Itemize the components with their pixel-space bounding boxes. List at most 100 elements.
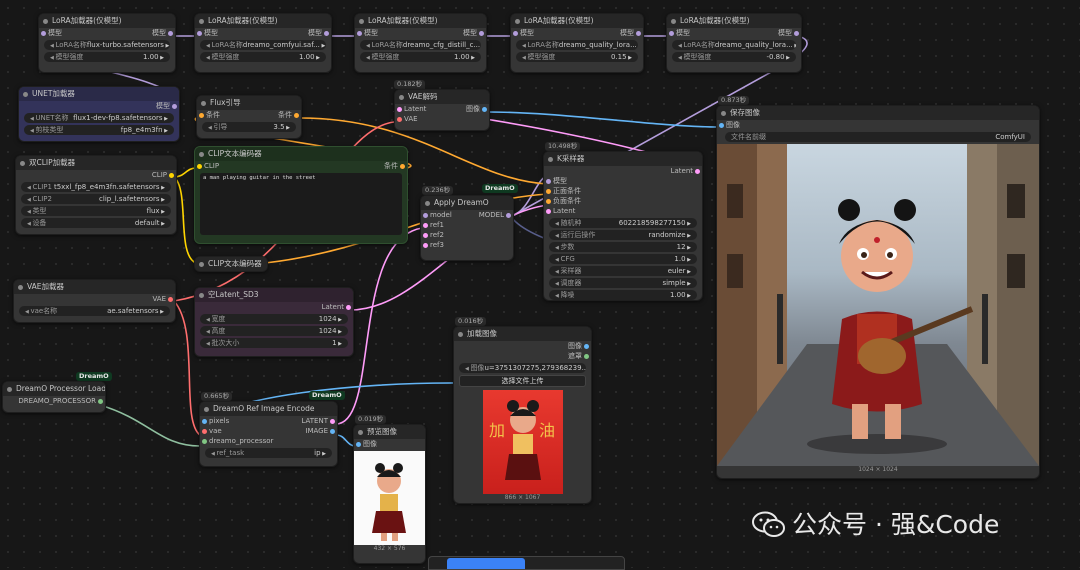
positive-input-dot[interactable] <box>546 189 551 194</box>
model-input-dot[interactable] <box>513 31 518 36</box>
denoise-widget[interactable]: 降噪 1.00 <box>549 290 697 300</box>
image-input-dot[interactable] <box>356 442 361 447</box>
lora-name-widget[interactable]: LoRA名称dreamo_cfg_distill_c... <box>360 40 481 50</box>
image-output-dot[interactable] <box>584 344 589 349</box>
model-output[interactable]: MODEL <box>468 210 513 220</box>
model-output[interactable]: 模型 <box>19 101 179 111</box>
model-input[interactable]: model <box>421 210 466 220</box>
dreamo-processor-input-dot[interactable] <box>202 439 207 444</box>
model-output[interactable]: 模型 <box>578 28 643 38</box>
guidance-widget[interactable]: 引导 3.5 <box>202 122 296 132</box>
clip-input[interactable]: CLIP <box>195 161 300 171</box>
node-title[interactable]: UNET加载器 <box>19 87 179 101</box>
clip-text-encode-collapsed-node[interactable]: CLIP文本编码器 <box>194 256 268 272</box>
mask-output[interactable]: 遮罩 <box>454 351 591 361</box>
ref1-input-dot[interactable] <box>423 223 428 228</box>
clip-input-dot[interactable] <box>197 164 202 169</box>
model-input-dot[interactable] <box>423 213 428 218</box>
model-input-dot[interactable] <box>197 31 202 36</box>
model-output-dot[interactable] <box>794 31 799 36</box>
prompt-textarea[interactable]: a man playing guitar in the street <box>200 173 402 235</box>
ref3-input-dot[interactable] <box>423 243 428 248</box>
seed-widget[interactable]: 随机种 602218598277150 <box>549 218 697 228</box>
vae-input[interactable]: vae <box>200 426 268 436</box>
batch-size-widget[interactable]: 批次大小 1 <box>200 338 348 348</box>
model-strength-widget[interactable]: 模型强度 1.00 <box>360 52 481 62</box>
model-input-dot[interactable] <box>546 179 551 184</box>
cfg-widget[interactable]: CFG 1.0 <box>549 254 697 264</box>
vae-input-dot[interactable] <box>397 117 402 122</box>
ksampler-node[interactable]: K采样器 Latent 模型 正面条件 负面条件 Latent 随机种 60221… <box>543 151 703 301</box>
node-title[interactable]: LoRA加载器(仅模型) <box>355 14 486 28</box>
save-image-node[interactable]: 保存图像 图像 文件名前缀 ComfyUI 1024 × 1024 <box>716 105 1040 479</box>
node-title[interactable]: Flux引导 <box>197 96 301 110</box>
dtype-widget[interactable]: 剪枝类型 fp8_e4m3fn <box>24 125 174 135</box>
mask-output-dot[interactable] <box>584 354 589 359</box>
lora-loader-node-2[interactable]: LoRA加载器(仅模型) 模型 模型 LoRA名称dreamo_comfyui.s… <box>194 13 332 73</box>
image-input-dot[interactable] <box>719 123 724 128</box>
latent-input-dot[interactable] <box>397 107 402 112</box>
clip-output[interactable]: CLIP <box>16 170 176 180</box>
flux-guidance-node[interactable]: Flux引导 条件 条件 引导 3.5 <box>196 95 302 139</box>
vae-input-dot[interactable] <box>202 429 207 434</box>
conditioning-output[interactable]: 条件 <box>302 161 407 171</box>
image-output[interactable]: 图像 <box>454 341 591 351</box>
image-input[interactable]: 图像 <box>354 439 425 449</box>
latent-output[interactable]: Latent <box>544 166 702 176</box>
positive-input[interactable]: 正面条件 <box>544 186 702 196</box>
conditioning-output[interactable]: 条件 <box>250 110 301 120</box>
model-input-dot[interactable] <box>357 31 362 36</box>
unet-loader-node[interactable]: UNET加载器 模型 UNET名称 flux1-dev-fp8.safetenso… <box>18 86 180 142</box>
model-strength-widget[interactable]: 模型强度 0.15 <box>516 52 638 62</box>
node-title[interactable]: CLIP文本编码器 <box>195 257 267 271</box>
model-input[interactable]: 模型 <box>667 28 733 38</box>
pixels-input[interactable]: pixels <box>200 416 268 426</box>
ref2-input[interactable]: ref2 <box>421 230 513 240</box>
lora-name-widget[interactable]: LoRA名称dreamo_comfyui.saf... <box>200 40 326 50</box>
filename-prefix-widget[interactable]: 文件名前缀 ComfyUI <box>725 132 1031 142</box>
latent-input[interactable]: Latent <box>544 206 702 216</box>
model-output-dot[interactable] <box>636 31 641 36</box>
model-input-dot[interactable] <box>669 31 674 36</box>
unet-name-widget[interactable]: UNET名称 flux1-dev-fp8.safetensors <box>24 113 174 123</box>
latent-output[interactable]: Latent <box>195 302 353 312</box>
model-output-dot[interactable] <box>172 104 177 109</box>
lora-name-widget[interactable]: LoRA名称dreamo_quality_lora... <box>672 40 796 50</box>
preview-image-node[interactable]: 预览图像 图像 432 × 576 <box>353 424 426 564</box>
model-output-dot[interactable] <box>168 31 173 36</box>
latent-output-dot[interactable] <box>346 305 351 310</box>
node-title[interactable]: DreamO Ref Image Encode <box>200 402 337 416</box>
image-output[interactable]: IMAGE <box>270 426 338 436</box>
height-widget[interactable]: 高度 1024 <box>200 326 348 336</box>
ref2-input-dot[interactable] <box>423 233 428 238</box>
lora-loader-node-5[interactable]: LoRA加载器(仅模型) 模型 模型 LoRA名称dreamo_quality_l… <box>666 13 802 73</box>
node-title[interactable]: K采样器 <box>544 152 702 166</box>
lora-loader-node-4[interactable]: LoRA加载器(仅模型) 模型 模型 LoRA名称dreamo_quality_l… <box>510 13 644 73</box>
image-output-dot[interactable] <box>330 429 335 434</box>
image-output[interactable]: 图像 <box>443 104 489 114</box>
model-strength-widget[interactable]: 模型强度 1.00 <box>44 52 170 62</box>
scheduler-widget[interactable]: 调度器 simple <box>549 278 697 288</box>
load-image-node[interactable]: 加载图像 图像 遮罩 图像u=3751307275,279368239... 选… <box>453 326 592 504</box>
type-widget[interactable]: 类型 flux <box>21 206 171 216</box>
upload-button[interactable]: 选择文件上传 <box>459 375 586 387</box>
lora-name-widget[interactable]: LoRA名称flux-turbo.safetensors <box>44 40 170 50</box>
pixels-input-dot[interactable] <box>202 419 207 424</box>
conditioning-output-dot[interactable] <box>294 113 299 118</box>
clip2-widget[interactable]: CLIP2 clip_l.safetensors <box>21 194 171 204</box>
model-output-dot[interactable] <box>506 213 511 218</box>
vae-name-widget[interactable]: vae名称 ae.safetensors <box>19 306 170 316</box>
vae-decode-node[interactable]: VAE解码 Latent 图像 VAE <box>394 89 490 131</box>
model-input[interactable]: 模型 <box>195 28 262 38</box>
negative-input-dot[interactable] <box>546 199 551 204</box>
image-output-dot[interactable] <box>482 107 487 112</box>
model-strength-widget[interactable]: 模型强度 -0.80 <box>672 52 796 62</box>
model-output-dot[interactable] <box>479 31 484 36</box>
vae-loader-node[interactable]: VAE加载器 VAE vae名称 ae.safetensors <box>13 279 176 323</box>
latent-output[interactable]: LATENT <box>270 416 338 426</box>
steps-widget[interactable]: 步数 12 <box>549 242 697 252</box>
image-input[interactable]: 图像 <box>717 120 1039 130</box>
vae-output-dot[interactable] <box>168 297 173 302</box>
empty-latent-node[interactable]: 空Latent_SD3 Latent 宽度 1024 高度 1024 批次大小 1 <box>194 287 354 357</box>
model-strength-widget[interactable]: 模型强度 1.00 <box>200 52 326 62</box>
